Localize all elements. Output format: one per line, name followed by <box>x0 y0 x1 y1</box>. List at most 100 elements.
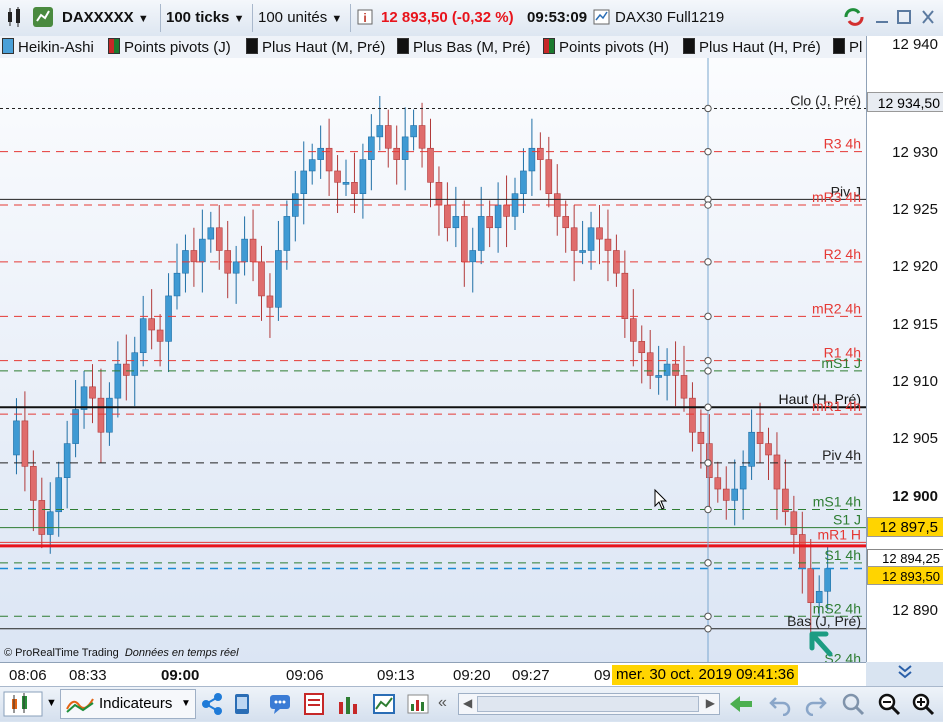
go-to-end-icon[interactable] <box>728 692 754 721</box>
interval-selector[interactable]: 100 ticks ▼ <box>166 6 244 30</box>
candle-body <box>452 216 460 229</box>
close-icon[interactable] <box>920 6 936 30</box>
bar-chart-icon[interactable] <box>4 6 26 30</box>
bars-icon[interactable] <box>336 692 360 721</box>
crosshair-marker <box>704 147 712 156</box>
time-axis[interactable]: 08:06 08:33 09:00 09:06 09:13 09:20 09:2… <box>0 662 866 687</box>
info-icon[interactable]: i <box>356 6 374 30</box>
candle-body <box>435 182 443 206</box>
screener-icon[interactable] <box>406 692 430 721</box>
clock-time: 09:53:09 <box>527 9 588 26</box>
crosshair-marker <box>704 104 712 113</box>
y-tick: 12 905 <box>892 430 938 447</box>
zoom-reset-icon[interactable] <box>840 691 866 722</box>
candle-body <box>486 216 493 229</box>
indicator-heikin-ashi[interactable]: Heikin-Ashi <box>2 38 94 56</box>
redo-icon[interactable] <box>804 692 828 721</box>
price-axis[interactable]: 12 940 12 930 12 925 12 920 12 915 12 91… <box>866 36 943 679</box>
candle-body <box>275 250 282 308</box>
candle-body <box>131 352 139 376</box>
scroll-right-icon[interactable]: ▶ <box>706 696 715 710</box>
y-tick: 12 910 <box>892 373 938 390</box>
y-tick: 12 920 <box>892 258 938 275</box>
x-tick: 08:06 <box>9 667 47 684</box>
candle-body <box>249 238 257 263</box>
candle-body <box>359 159 367 194</box>
candle-body <box>553 193 561 217</box>
candle-body <box>401 136 409 160</box>
candle-body <box>562 216 570 229</box>
indicators-icon <box>66 698 94 713</box>
candle-body <box>393 147 401 160</box>
level-label: R2 4h <box>824 246 861 262</box>
chart-style-icon[interactable] <box>3 691 43 722</box>
chat-icon[interactable] <box>268 692 292 721</box>
candle-body <box>106 397 113 433</box>
crosshair-marker <box>704 356 712 365</box>
candle-body <box>97 397 105 433</box>
indicator-pivot-hour[interactable]: Points pivots (H) <box>543 38 669 56</box>
compare-chart-icon[interactable] <box>372 692 396 721</box>
y-tick: 12 890 <box>892 602 938 619</box>
indicator-low-month[interactable]: Plus Bas (M, Pré) <box>397 38 531 56</box>
candle-body <box>123 363 130 376</box>
crosshair-marker <box>704 612 712 620</box>
crosshair-marker <box>704 559 712 567</box>
candle-body <box>148 318 155 331</box>
horizontal-scrollbar[interactable]: ◀ ▶ <box>458 693 720 715</box>
interval-value: 100 ticks <box>166 9 230 26</box>
scrollbar-thumb[interactable] <box>477 696 699 712</box>
scroll-left-fast-icon[interactable]: « <box>438 694 447 712</box>
candle-body <box>427 147 434 183</box>
instrument-selector[interactable]: DAXXXXX ▼ <box>62 6 149 30</box>
indicators-button[interactable]: Indicateurs ▼ <box>60 689 196 719</box>
candle-body <box>638 341 646 354</box>
candle-body <box>21 420 29 467</box>
indicator-pivot-day[interactable]: Points pivots (J) <box>108 38 231 56</box>
order-ticket-icon[interactable] <box>302 692 326 721</box>
y-tick: 12 915 <box>892 316 938 333</box>
candle-body <box>722 488 730 501</box>
level-label: mR1 4h <box>812 398 861 414</box>
indicator-more[interactable]: Pl <box>833 38 862 56</box>
candle-body <box>165 295 172 342</box>
undo-icon[interactable] <box>768 692 792 721</box>
zoom-out-icon[interactable] <box>876 691 902 722</box>
candle-body <box>283 216 291 251</box>
candle-body <box>782 488 789 513</box>
candle-body <box>376 125 384 138</box>
indicator-high-month[interactable]: Plus Haut (M, Pré) <box>246 38 385 56</box>
candle-body <box>190 250 198 263</box>
minimize-icon[interactable] <box>874 6 890 30</box>
level-label: Bas (J, Pré) <box>787 613 861 629</box>
scroll-left-icon[interactable]: ◀ <box>463 696 472 710</box>
x-tick: 09:06 <box>286 667 324 684</box>
candle-body <box>114 363 122 399</box>
units-selector[interactable]: 100 unités ▼ <box>258 6 342 30</box>
candle-body <box>689 397 696 433</box>
candle-body <box>139 318 147 354</box>
candle-body <box>300 170 308 194</box>
indicator-high-hour[interactable]: Plus Haut (H, Pré) <box>683 38 821 56</box>
zoom-in-icon[interactable] <box>910 691 936 722</box>
level-label: Clo (J, Pré) <box>790 92 861 108</box>
level-label: mR2 4h <box>812 300 861 316</box>
price-chart[interactable]: Clo (J, Pré) R3 4h Piv JmR3 4h R2 4h mR2 4h R… <box>0 58 866 667</box>
phone-icon[interactable] <box>230 692 254 721</box>
candle-body <box>241 238 248 263</box>
instrument-logo-icon[interactable] <box>32 6 54 30</box>
refresh-icon[interactable] <box>842 6 866 30</box>
candle-body <box>663 363 671 376</box>
y-tick: 12 930 <box>892 144 938 161</box>
candle-body <box>756 431 764 444</box>
candle-body <box>672 363 679 376</box>
share-icon[interactable] <box>200 692 224 721</box>
maximize-icon[interactable] <box>896 6 912 30</box>
clo-price-tag: 12 934,50 <box>867 92 943 112</box>
chevron-down-icon[interactable]: ▼ <box>46 697 57 709</box>
collapse-down-icon[interactable] <box>895 662 915 687</box>
color-swatch <box>2 38 14 54</box>
candle-body <box>798 534 806 569</box>
candle-body <box>156 329 164 342</box>
chevron-down-icon: ▼ <box>137 13 149 25</box>
